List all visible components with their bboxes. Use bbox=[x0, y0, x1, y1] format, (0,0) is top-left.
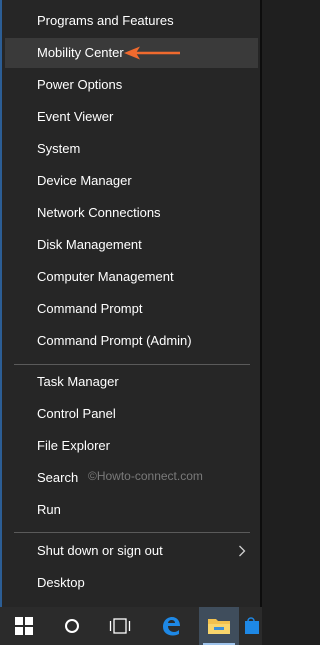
watermark: ©Howto-connect.com bbox=[88, 469, 203, 483]
menu-item-command-prompt-admin[interactable]: Command Prompt (Admin) bbox=[5, 326, 258, 356]
store-taskbar-button[interactable] bbox=[243, 607, 262, 645]
annotation-arrow-icon bbox=[124, 46, 180, 60]
menu-item-disk-management[interactable]: Disk Management bbox=[5, 230, 258, 260]
menu-item-label: Shut down or sign out bbox=[37, 543, 163, 558]
menu-item-network-connections[interactable]: Network Connections bbox=[5, 198, 258, 228]
task-view-icon bbox=[109, 618, 131, 634]
edge-taskbar-button[interactable] bbox=[151, 607, 191, 645]
menu-separator bbox=[14, 364, 250, 365]
menu-item-device-manager[interactable]: Device Manager bbox=[5, 166, 258, 196]
menu-item-shut-down-or-sign-out[interactable]: Shut down or sign out bbox=[5, 536, 258, 566]
file-explorer-taskbar-button[interactable] bbox=[199, 607, 239, 645]
menu-item-system[interactable]: System bbox=[5, 134, 258, 164]
menu-item-file-explorer[interactable]: File Explorer bbox=[5, 431, 258, 461]
menu-item-run[interactable]: Run bbox=[5, 495, 258, 525]
windows-start-icon bbox=[15, 617, 33, 635]
cortana-circle-icon bbox=[65, 619, 79, 633]
cortana-button[interactable] bbox=[52, 607, 92, 645]
menu-item-power-options[interactable]: Power Options bbox=[5, 70, 258, 100]
menu-item-computer-management[interactable]: Computer Management bbox=[5, 262, 258, 292]
chevron-right-icon bbox=[239, 545, 246, 557]
menu-item-programs-and-features[interactable]: Programs and Features bbox=[5, 6, 258, 36]
task-view-button[interactable] bbox=[100, 607, 140, 645]
menu-item-desktop[interactable]: Desktop bbox=[5, 568, 258, 598]
menu-separator bbox=[14, 532, 250, 533]
menu-item-control-panel[interactable]: Control Panel bbox=[5, 399, 258, 429]
start-button[interactable] bbox=[4, 607, 44, 645]
menu-item-command-prompt[interactable]: Command Prompt bbox=[5, 294, 258, 324]
menu-item-event-viewer[interactable]: Event Viewer bbox=[5, 102, 258, 132]
store-icon bbox=[245, 617, 259, 634]
edge-icon bbox=[163, 617, 180, 636]
file-explorer-icon bbox=[208, 619, 230, 634]
menu-item-task-manager[interactable]: Task Manager bbox=[5, 367, 258, 397]
taskbar bbox=[0, 607, 262, 645]
power-user-menu: Programs and Features Mobility Center Po… bbox=[2, 0, 260, 607]
menu-right-edge bbox=[260, 0, 262, 607]
